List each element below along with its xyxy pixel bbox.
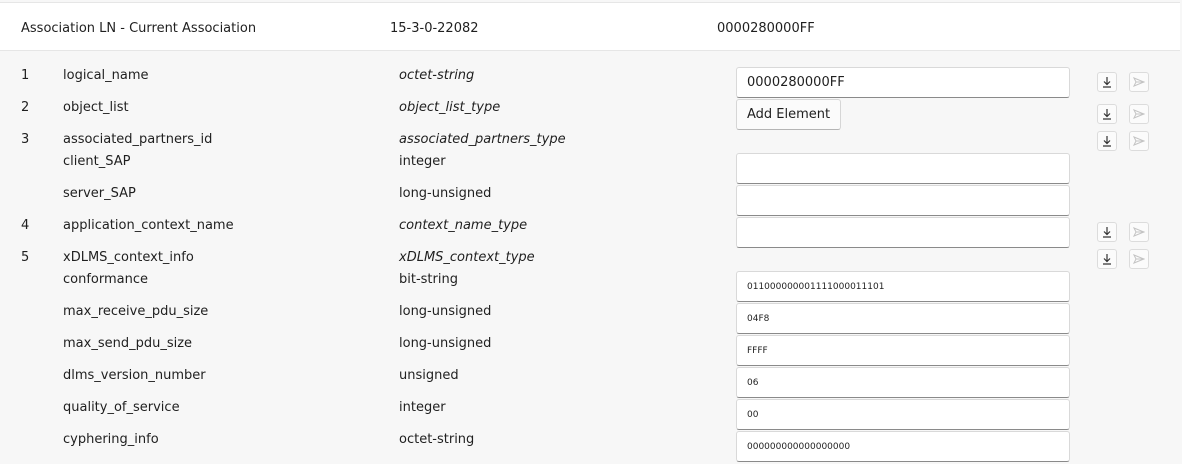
dlms-version-number-field[interactable]: 06 xyxy=(736,367,1070,398)
attribute-name: max_receive_pdu_size xyxy=(63,304,209,319)
attribute-type: object_list_type xyxy=(399,100,501,115)
attribute-name: cyphering_info xyxy=(63,432,159,447)
attribute-type: associated_partners_type xyxy=(399,132,566,147)
write-button[interactable] xyxy=(1129,72,1149,92)
attribute-type: octet-string xyxy=(399,68,475,83)
attribute-type: integer xyxy=(399,154,446,169)
conformance-field[interactable]: 011000000001111000011101 xyxy=(736,271,1070,302)
attribute-row-application-context-name: 4 application_context_name context_name_… xyxy=(0,217,1182,248)
attribute-index: 2 xyxy=(21,100,30,115)
send-icon xyxy=(1133,76,1145,88)
attribute-name: conformance xyxy=(63,272,149,287)
attribute-name: xDLMS_context_info xyxy=(63,250,194,265)
logical-name-field[interactable]: 0000280000FF xyxy=(736,67,1070,98)
write-button[interactable] xyxy=(1129,104,1149,124)
association-object-view: Association LN - Current Association 15-… xyxy=(0,0,1182,464)
attribute-row-xdlms-context-info: 5 xDLMS_context_info xDLMS_context_type xyxy=(0,249,1182,269)
attribute-row-server-sap: server_SAP long-unsigned xyxy=(0,185,1182,216)
send-icon xyxy=(1133,226,1145,238)
attribute-type: unsigned xyxy=(399,368,459,383)
obis-code: 0000280000FF xyxy=(717,21,815,36)
attribute-name: associated_partners_id xyxy=(63,132,213,147)
application-context-name-field[interactable] xyxy=(736,217,1070,248)
attribute-name: dlms_version_number xyxy=(63,368,206,383)
server-sap-field[interactable] xyxy=(736,185,1070,216)
max-send-pdu-size-field[interactable]: FFFF xyxy=(736,335,1070,366)
attribute-type: integer xyxy=(399,400,446,415)
attribute-name: max_send_pdu_size xyxy=(63,336,193,351)
read-button[interactable] xyxy=(1097,104,1117,124)
read-button[interactable] xyxy=(1097,131,1117,151)
write-button[interactable] xyxy=(1129,222,1149,242)
attribute-row-dlms-version-number: dlms_version_number unsigned 06 xyxy=(0,367,1182,398)
attribute-row-quality-of-service: quality_of_service integer 00 xyxy=(0,399,1182,430)
attribute-type: octet-string xyxy=(399,432,475,447)
attribute-row-cyphering-info: cyphering_info octet-string 000000000000… xyxy=(0,431,1182,462)
attribute-type: context_name_type xyxy=(399,218,528,233)
attribute-type: bit-string xyxy=(399,272,458,287)
client-sap-field[interactable] xyxy=(736,153,1070,184)
read-button[interactable] xyxy=(1097,222,1117,242)
download-icon xyxy=(1101,108,1113,120)
attribute-row-client-sap: client_SAP integer xyxy=(0,153,1182,184)
send-icon xyxy=(1133,108,1145,120)
add-element-button[interactable]: Add Element xyxy=(736,99,842,130)
download-icon xyxy=(1101,76,1113,88)
attribute-type: long-unsigned xyxy=(399,186,492,201)
max-receive-pdu-size-field[interactable]: 04F8 xyxy=(736,303,1070,334)
cyphering-info-field[interactable]: 000000000000000000 xyxy=(736,431,1070,462)
send-icon xyxy=(1133,135,1145,147)
attribute-type: xDLMS_context_type xyxy=(399,250,535,265)
read-button[interactable] xyxy=(1097,249,1117,269)
attribute-row-max-send-pdu-size: max_send_pdu_size long-unsigned FFFF xyxy=(0,335,1182,366)
attribute-row-conformance: conformance bit-string 01100000000111100… xyxy=(0,271,1182,302)
attribute-index: 1 xyxy=(21,68,30,83)
attribute-index: 5 xyxy=(21,250,30,265)
attribute-type: long-unsigned xyxy=(399,336,492,351)
attribute-row-max-receive-pdu-size: max_receive_pdu_size long-unsigned 04F8 xyxy=(0,303,1182,334)
attribute-name: application_context_name xyxy=(63,218,234,233)
attribute-name: server_SAP xyxy=(63,186,136,201)
attribute-name: object_list xyxy=(63,100,129,115)
attribute-name: client_SAP xyxy=(63,154,131,169)
class-id: 15-3-0-22082 xyxy=(390,21,479,36)
attribute-row-object-list: 2 object_list object_list_type Add Eleme… xyxy=(0,99,1182,130)
object-name: Association LN - Current Association xyxy=(21,21,257,36)
download-icon xyxy=(1101,253,1113,265)
object-header: Association LN - Current Association 15-… xyxy=(0,2,1180,51)
download-icon xyxy=(1101,226,1113,238)
attribute-index: 4 xyxy=(21,218,30,233)
attribute-name: logical_name xyxy=(63,68,149,83)
write-button[interactable] xyxy=(1129,249,1149,269)
send-icon xyxy=(1133,253,1145,265)
read-button[interactable] xyxy=(1097,72,1117,92)
quality-of-service-field[interactable]: 00 xyxy=(736,399,1070,430)
write-button[interactable] xyxy=(1129,131,1149,151)
attribute-name: quality_of_service xyxy=(63,400,180,415)
download-icon xyxy=(1101,135,1113,147)
attribute-index: 3 xyxy=(21,132,30,147)
attribute-row-logical-name: 1 logical_name octet-string 0000280000FF xyxy=(0,67,1182,98)
attribute-type: long-unsigned xyxy=(399,304,492,319)
attribute-row-associated-partners-id: 3 associated_partners_id associated_part… xyxy=(0,131,1182,151)
